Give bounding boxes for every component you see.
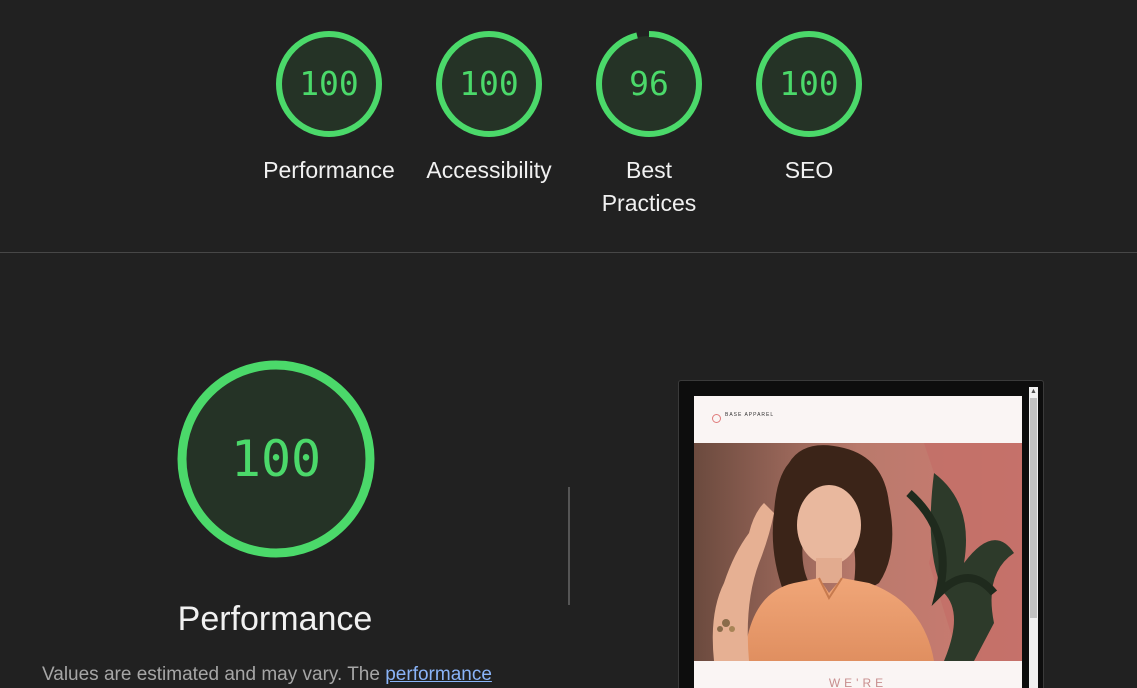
gauge-ring: 100 <box>435 30 543 138</box>
screenshot-scrollbar[interactable]: ▲ <box>1029 387 1038 688</box>
gauge-label: SEO <box>784 157 834 183</box>
logo-mark-icon <box>712 414 721 423</box>
performance-score-gauge: 100 <box>175 358 377 560</box>
performance-link[interactable]: performance <box>385 664 492 685</box>
gauge-ring: 100 <box>275 30 383 138</box>
gauge-ring: 96 <box>595 30 703 138</box>
performance-title: Performance <box>177 600 373 638</box>
scroll-up-arrow-icon[interactable]: ▲ <box>1029 387 1038 396</box>
hero-image <box>694 443 1022 661</box>
performance-description: Values are estimated and may vary. The p… <box>42 664 602 686</box>
description-text: Values are estimated and may vary. The <box>42 664 386 685</box>
vertical-divider <box>568 487 570 605</box>
gauge-label: Best Practices <box>601 157 697 216</box>
lighthouse-report: 100 Performance 100 Accessibility 96 Bes… <box>0 0 1137 688</box>
gauge-label: Performance <box>263 157 395 183</box>
score-gauge-seo[interactable]: 100 SEO <box>729 30 889 187</box>
final-screenshot[interactable]: BASE APPAREL WE'RE ▲ <box>678 380 1044 688</box>
performance-score-value: 100 <box>230 430 322 488</box>
gauge-value: 96 <box>629 64 669 103</box>
gauge-value: 100 <box>459 64 519 103</box>
gauge-label: Accessibility <box>426 157 552 183</box>
section-divider <box>0 252 1137 253</box>
scores-summary: 100 Performance 100 Accessibility 96 Bes… <box>0 0 1137 252</box>
scrollbar-thumb[interactable] <box>1030 398 1037 618</box>
score-gauge-performance[interactable]: 100 Performance <box>249 30 409 187</box>
gauge-value: 100 <box>779 64 839 103</box>
gauge-value: 100 <box>299 64 359 103</box>
screenshot-page: BASE APPAREL WE'RE <box>694 396 1022 688</box>
logo-text: BASE APPAREL <box>725 412 775 418</box>
score-gauge-accessibility[interactable]: 100 Accessibility <box>409 30 569 187</box>
score-gauge-best-practices[interactable]: 96 Best Practices <box>569 30 729 220</box>
gauge-ring: 100 <box>755 30 863 138</box>
screenshot-tagline: WE'RE <box>828 676 888 688</box>
